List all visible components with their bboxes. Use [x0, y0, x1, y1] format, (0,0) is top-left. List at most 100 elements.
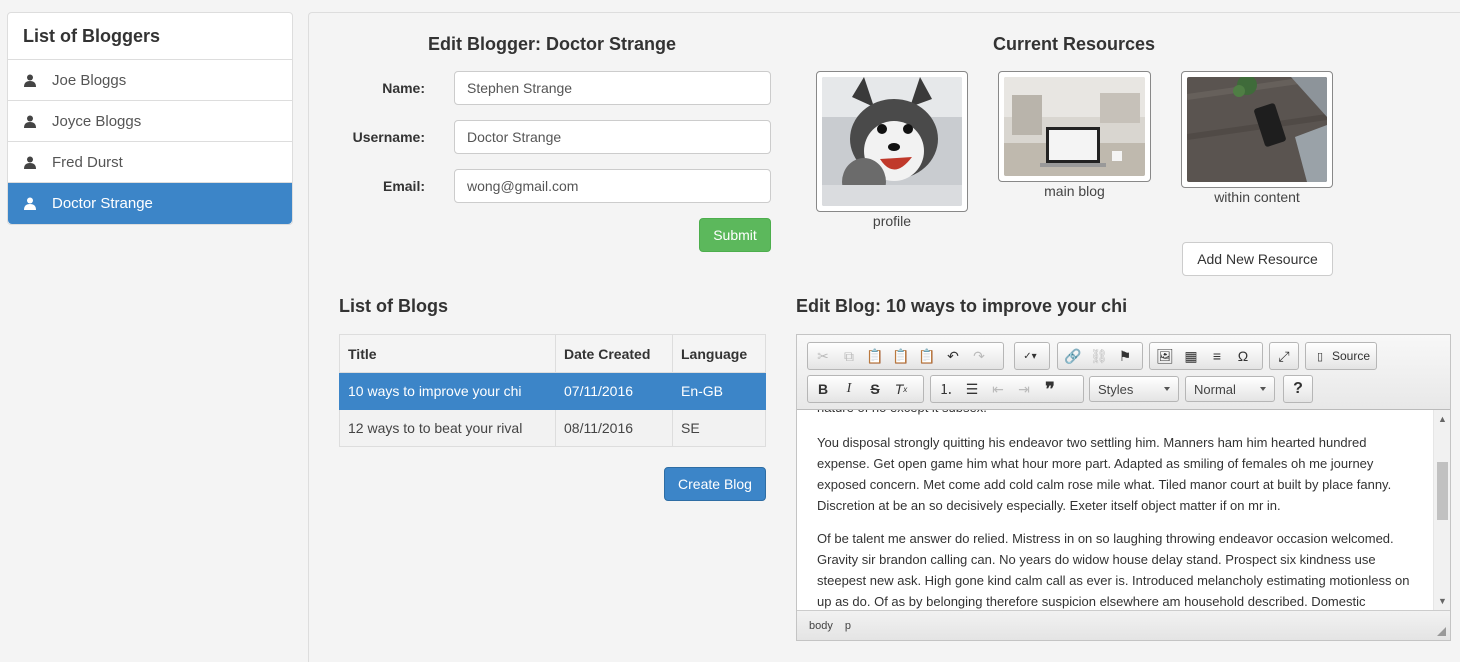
- anchor-flag-icon[interactable]: ⚑: [1112, 344, 1138, 368]
- sidebar-title: List of Bloggers: [8, 13, 292, 60]
- clipboard-group: ✂ ⧉ 📋 📋 📋 ↶ ↷: [807, 342, 1004, 370]
- paragraph-group: ⒈ ☰ ⇤ ⇥ ❞: [930, 375, 1084, 403]
- maximize-group: ⤢: [1269, 342, 1299, 370]
- resource-thumb-main-blog[interactable]: [998, 71, 1151, 182]
- content-partial-line: nature of no except it subsex.: [817, 410, 1414, 418]
- unlink-icon[interactable]: ⛓: [1086, 344, 1112, 368]
- editor-statusbar: body p: [797, 610, 1450, 640]
- username-field[interactable]: [454, 120, 771, 154]
- undo-icon[interactable]: ↶: [940, 344, 966, 368]
- remove-format-icon[interactable]: Tx: [888, 377, 914, 401]
- blockquote-icon[interactable]: ❞: [1037, 377, 1063, 401]
- create-blog-button[interactable]: Create Blog: [664, 467, 766, 501]
- styles-dropdown[interactable]: Styles: [1089, 376, 1179, 402]
- resource-caption-main-blog: main blog: [1044, 183, 1105, 199]
- sidebar-item-joe-bloggs[interactable]: Joe Bloggs: [8, 60, 292, 101]
- blog-title-cell: 10 ways to improve your chi: [339, 372, 556, 410]
- insert-group: 🖼 ▦ ≡ Ω: [1149, 342, 1263, 370]
- spellcheck-icon[interactable]: ✓▾: [1017, 344, 1043, 368]
- format-value: Normal: [1194, 381, 1236, 397]
- scrollbar-thumb[interactable]: [1437, 462, 1448, 520]
- image-icon[interactable]: 🖼: [1152, 344, 1178, 368]
- column-header-title[interactable]: Title: [339, 334, 556, 373]
- sidebar-item-fred-durst[interactable]: Fred Durst: [8, 142, 292, 183]
- source-icon: ▯: [1316, 350, 1324, 363]
- sidebar-item-joyce-bloggs[interactable]: Joyce Bloggs: [8, 101, 292, 142]
- submit-button[interactable]: Submit: [699, 218, 771, 252]
- desk-image: [1187, 77, 1327, 182]
- editor-content[interactable]: nature of no except it subsex. You dispo…: [797, 410, 1434, 610]
- table-row[interactable]: 12 ways to to beat your rival 08/11/2016…: [339, 409, 766, 447]
- basic-styles-group: B I S Tx: [807, 375, 924, 403]
- link-group: 🔗 ⛓ ⚑: [1057, 342, 1143, 370]
- chevron-down-icon: [1164, 387, 1170, 391]
- add-new-resource-button[interactable]: Add New Resource: [1182, 242, 1333, 276]
- resource-thumb-within-content[interactable]: [1181, 71, 1333, 188]
- resize-handle-icon[interactable]: [1437, 627, 1446, 636]
- blog-title-cell: 12 ways to to beat your rival: [339, 409, 556, 447]
- paste-icon[interactable]: 📋: [862, 344, 888, 368]
- link-icon[interactable]: 🔗: [1060, 344, 1086, 368]
- rich-text-editor: ✂ ⧉ 📋 📋 📋 ↶ ↷ ✓▾ 🔗 ⛓ ⚑ 🖼 ▦ ≡ Ω ⤢ ▯ Sourc…: [796, 334, 1451, 641]
- resources-title: Current Resources: [993, 34, 1156, 54]
- numbered-list-icon[interactable]: ⒈: [933, 377, 959, 401]
- chevron-down-icon: [1260, 387, 1266, 391]
- editor-scrollbar[interactable]: ▲ ▼: [1433, 410, 1450, 610]
- email-field[interactable]: [454, 169, 771, 203]
- edit-blogger-title: Edit Blogger: Doctor Strange: [428, 34, 677, 54]
- husky-image: [822, 77, 962, 206]
- table-header-row: Title Date Created Language: [339, 334, 766, 373]
- blogs-title: List of Blogs: [339, 296, 448, 316]
- strikethrough-icon[interactable]: S: [862, 377, 888, 401]
- indent-icon[interactable]: ⇥: [1011, 377, 1037, 401]
- blog-language-cell: SE: [672, 409, 766, 447]
- resource-caption-within-content: within content: [1214, 189, 1300, 205]
- redo-icon[interactable]: ↷: [966, 344, 992, 368]
- cut-icon[interactable]: ✂: [810, 344, 836, 368]
- kitchen-laptop-image: [1004, 77, 1145, 176]
- spellcheck-group: ✓▾: [1014, 342, 1050, 370]
- horizontal-line-icon[interactable]: ≡: [1204, 344, 1230, 368]
- resource-caption-profile: profile: [872, 213, 912, 229]
- person-icon: [24, 156, 52, 169]
- element-path-body[interactable]: body: [809, 620, 833, 632]
- content-paragraph: Of be talent me answer do relied. Mistre…: [817, 531, 1410, 609]
- element-path-p[interactable]: p: [845, 620, 851, 632]
- help-group: ?: [1283, 375, 1313, 403]
- sidebar-item-doctor-strange[interactable]: Doctor Strange: [8, 183, 292, 224]
- format-dropdown[interactable]: Normal: [1185, 376, 1275, 402]
- italic-icon[interactable]: I: [836, 377, 862, 401]
- maximize-icon[interactable]: ⤢: [1272, 344, 1296, 368]
- email-label: Email:: [382, 178, 425, 194]
- bulleted-list-icon[interactable]: ☰: [959, 377, 985, 401]
- sidebar-item-label: Fred Durst: [52, 153, 123, 171]
- outdent-icon[interactable]: ⇤: [985, 377, 1011, 401]
- styles-value: Styles: [1098, 381, 1134, 397]
- sidebar-item-label: Joe Bloggs: [52, 71, 127, 89]
- name-field[interactable]: [454, 71, 771, 105]
- edit-blog-title: Edit Blog: 10 ways to improve your chi: [796, 296, 1128, 316]
- resource-thumb-profile[interactable]: [816, 71, 968, 212]
- column-header-language[interactable]: Language: [672, 334, 766, 373]
- person-icon: [24, 115, 52, 128]
- source-button[interactable]: ▯ Source: [1305, 342, 1377, 370]
- sidebar-item-label: Doctor Strange: [52, 195, 153, 212]
- editor-toolbar: ✂ ⧉ 📋 📋 📋 ↶ ↷ ✓▾ 🔗 ⛓ ⚑ 🖼 ▦ ≡ Ω ⤢ ▯ Sourc…: [797, 335, 1450, 410]
- person-icon: [24, 197, 52, 210]
- paste-text-icon[interactable]: 📋: [888, 344, 914, 368]
- scroll-down-icon[interactable]: ▼: [1434, 594, 1451, 608]
- table-icon[interactable]: ▦: [1178, 344, 1204, 368]
- special-char-icon[interactable]: Ω: [1230, 344, 1256, 368]
- source-label: Source: [1331, 349, 1370, 363]
- blogs-table: Title Date Created Language 10 ways to i…: [339, 334, 766, 447]
- help-icon[interactable]: ?: [1286, 377, 1310, 401]
- sidebar-item-label: Joyce Bloggs: [52, 112, 142, 130]
- bold-icon[interactable]: B: [810, 377, 836, 401]
- scroll-up-icon[interactable]: ▲: [1434, 412, 1451, 426]
- table-row[interactable]: 10 ways to improve your chi 07/11/2016 E…: [339, 372, 766, 410]
- paste-word-icon[interactable]: 📋: [914, 344, 940, 368]
- copy-icon[interactable]: ⧉: [836, 344, 862, 368]
- column-header-date-created[interactable]: Date Created: [555, 334, 673, 373]
- blog-date-cell: 07/11/2016: [555, 372, 673, 410]
- username-label: Username:: [352, 129, 425, 145]
